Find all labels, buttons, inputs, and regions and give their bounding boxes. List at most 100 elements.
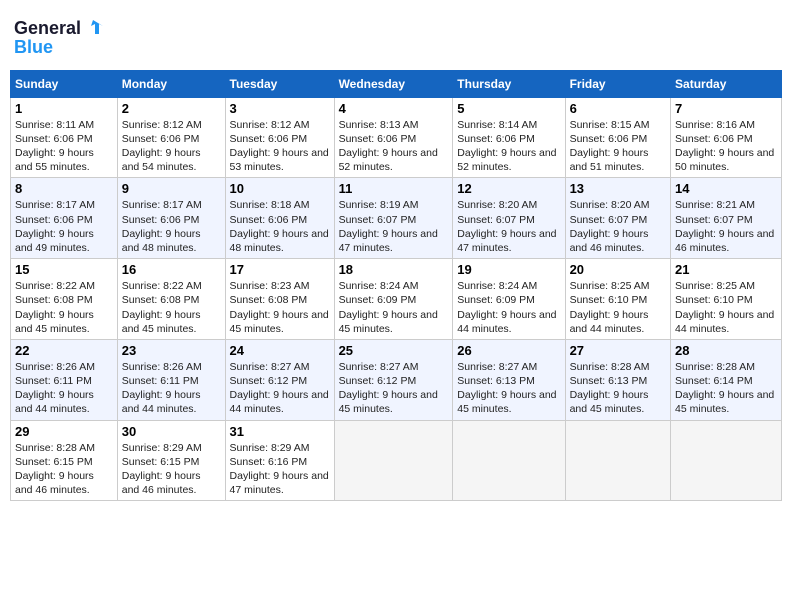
calendar-cell	[453, 420, 565, 501]
day-number: 2	[122, 101, 221, 116]
day-number: 6	[570, 101, 666, 116]
day-info: Sunrise: 8:29 AMSunset: 6:15 PMDaylight:…	[122, 441, 221, 498]
day-info: Sunrise: 8:20 AMSunset: 6:07 PMDaylight:…	[457, 198, 560, 255]
logo: General Blue	[14, 18, 105, 58]
calendar-cell: 5 Sunrise: 8:14 AMSunset: 6:06 PMDaylight…	[453, 97, 565, 178]
calendar-cell: 20 Sunrise: 8:25 AMSunset: 6:10 PMDayligh…	[565, 259, 670, 340]
day-number: 21	[675, 262, 777, 277]
logo-container: General Blue	[14, 18, 105, 58]
calendar-cell: 30 Sunrise: 8:29 AMSunset: 6:15 PMDayligh…	[117, 420, 225, 501]
calendar-cell: 8Sunrise: 8:17 AMSunset: 6:06 PMDaylight…	[11, 178, 118, 259]
calendar-header-row: SundayMondayTuesdayWednesdayThursdayFrid…	[11, 70, 782, 97]
day-info: Sunrise: 8:24 AMSunset: 6:09 PMDaylight:…	[457, 279, 560, 336]
day-info: Sunrise: 8:27 AMSunset: 6:13 PMDaylight:…	[457, 360, 560, 417]
calendar-table: SundayMondayTuesdayWednesdayThursdayFrid…	[10, 70, 782, 501]
day-info: Sunrise: 8:22 AMSunset: 6:08 PMDaylight:…	[15, 279, 113, 336]
day-number: 5	[457, 101, 560, 116]
calendar-cell: 19 Sunrise: 8:24 AMSunset: 6:09 PMDayligh…	[453, 259, 565, 340]
day-number: 19	[457, 262, 560, 277]
calendar-cell: 27 Sunrise: 8:28 AMSunset: 6:13 PMDayligh…	[565, 339, 670, 420]
day-number: 12	[457, 181, 560, 196]
calendar-week-row: 22 Sunrise: 8:26 AMSunset: 6:11 PMDayligh…	[11, 339, 782, 420]
day-number: 3	[230, 101, 330, 116]
calendar-cell	[671, 420, 782, 501]
day-info: Sunrise: 8:26 AMSunset: 6:11 PMDaylight:…	[122, 360, 221, 417]
day-number: 16	[122, 262, 221, 277]
calendar-cell	[565, 420, 670, 501]
day-info: Sunrise: 8:11 AMSunset: 6:06 PMDaylight:…	[15, 118, 113, 175]
calendar-cell: 25 Sunrise: 8:27 AMSunset: 6:12 PMDayligh…	[334, 339, 453, 420]
logo-blue: Blue	[14, 38, 105, 58]
logo-general: General	[14, 19, 81, 39]
day-info: Sunrise: 8:23 AMSunset: 6:08 PMDaylight:…	[230, 279, 330, 336]
day-number: 1	[15, 101, 113, 116]
day-number: 20	[570, 262, 666, 277]
day-info: Sunrise: 8:14 AMSunset: 6:06 PMDaylight:…	[457, 118, 560, 175]
day-number: 17	[230, 262, 330, 277]
calendar-cell: 21 Sunrise: 8:25 AMSunset: 6:10 PMDayligh…	[671, 259, 782, 340]
calendar-cell: 31 Sunrise: 8:29 AMSunset: 6:16 PMDayligh…	[225, 420, 334, 501]
weekday-header: Monday	[117, 70, 225, 97]
calendar-cell: 12 Sunrise: 8:20 AMSunset: 6:07 PMDayligh…	[453, 178, 565, 259]
day-info: Sunrise: 8:28 AMSunset: 6:14 PMDaylight:…	[675, 360, 777, 417]
calendar-cell: 17 Sunrise: 8:23 AMSunset: 6:08 PMDayligh…	[225, 259, 334, 340]
calendar-cell: 10 Sunrise: 8:18 AMSunset: 6:06 PMDayligh…	[225, 178, 334, 259]
calendar-week-row: 15Sunrise: 8:22 AMSunset: 6:08 PMDayligh…	[11, 259, 782, 340]
day-number: 22	[15, 343, 113, 358]
calendar-cell: 9 Sunrise: 8:17 AMSunset: 6:06 PMDaylight…	[117, 178, 225, 259]
calendar-cell: 1 Sunrise: 8:11 AMSunset: 6:06 PMDaylight…	[11, 97, 118, 178]
day-info: Sunrise: 8:20 AMSunset: 6:07 PMDaylight:…	[570, 198, 666, 255]
day-info: Sunrise: 8:18 AMSunset: 6:06 PMDaylight:…	[230, 198, 330, 255]
calendar-cell: 6Sunrise: 8:15 AMSunset: 6:06 PMDaylight…	[565, 97, 670, 178]
calendar-cell: 7 Sunrise: 8:16 AMSunset: 6:06 PMDaylight…	[671, 97, 782, 178]
day-number: 30	[122, 424, 221, 439]
day-info: Sunrise: 8:26 AMSunset: 6:11 PMDaylight:…	[15, 360, 113, 417]
calendar-cell: 23 Sunrise: 8:26 AMSunset: 6:11 PMDayligh…	[117, 339, 225, 420]
day-number: 18	[339, 262, 449, 277]
day-info: Sunrise: 8:29 AMSunset: 6:16 PMDaylight:…	[230, 441, 330, 498]
day-info: Sunrise: 8:27 AMSunset: 6:12 PMDaylight:…	[339, 360, 449, 417]
page-header: General Blue	[10, 10, 782, 62]
day-number: 23	[122, 343, 221, 358]
day-number: 25	[339, 343, 449, 358]
calendar-cell: 24Sunrise: 8:27 AMSunset: 6:12 PMDayligh…	[225, 339, 334, 420]
day-info: Sunrise: 8:12 AMSunset: 6:06 PMDaylight:…	[122, 118, 221, 175]
calendar-cell: 11Sunrise: 8:19 AMSunset: 6:07 PMDayligh…	[334, 178, 453, 259]
calendar-cell: 2 Sunrise: 8:12 AMSunset: 6:06 PMDaylight…	[117, 97, 225, 178]
calendar-week-row: 8 Sunrise: 8:17 AMSunset: 6:06 PMDaylight…	[11, 178, 782, 259]
day-info: Sunrise: 8:27 AMSunset: 6:12 PMDaylight:…	[230, 360, 330, 417]
weekday-header: Wednesday	[334, 70, 453, 97]
day-number: 31	[230, 424, 330, 439]
day-number: 14	[675, 181, 777, 196]
calendar-cell: 26 Sunrise: 8:27 AMSunset: 6:13 PMDayligh…	[453, 339, 565, 420]
weekday-header: Thursday	[453, 70, 565, 97]
day-number: 4	[339, 101, 449, 116]
day-number: 29	[15, 424, 113, 439]
day-info: Sunrise: 8:28 AMSunset: 6:15 PMDaylight:…	[15, 441, 113, 498]
day-info: Sunrise: 8:25 AMSunset: 6:10 PMDaylight:…	[570, 279, 666, 336]
day-number: 7	[675, 101, 777, 116]
day-number: 9	[122, 181, 221, 196]
calendar-cell	[334, 420, 453, 501]
day-number: 26	[457, 343, 560, 358]
weekday-header: Sunday	[11, 70, 118, 97]
weekday-header: Friday	[565, 70, 670, 97]
day-info: Sunrise: 8:25 AMSunset: 6:10 PMDaylight:…	[675, 279, 777, 336]
calendar-week-row: 1 Sunrise: 8:11 AMSunset: 6:06 PMDaylight…	[11, 97, 782, 178]
calendar-cell: 18 Sunrise: 8:24 AMSunset: 6:09 PMDayligh…	[334, 259, 453, 340]
calendar-cell: 28Sunrise: 8:28 AMSunset: 6:14 PMDayligh…	[671, 339, 782, 420]
day-info: Sunrise: 8:16 AMSunset: 6:06 PMDaylight:…	[675, 118, 777, 175]
day-info: Sunrise: 8:28 AMSunset: 6:13 PMDaylight:…	[570, 360, 666, 417]
day-info: Sunrise: 8:24 AMSunset: 6:09 PMDaylight:…	[339, 279, 449, 336]
day-number: 27	[570, 343, 666, 358]
calendar-cell: 15Sunrise: 8:22 AMSunset: 6:08 PMDayligh…	[11, 259, 118, 340]
day-info: Sunrise: 8:13 AMSunset: 6:06 PMDaylight:…	[339, 118, 449, 175]
day-info: Sunrise: 8:17 AMSunset: 6:06 PMDaylight:…	[122, 198, 221, 255]
calendar-cell: 16 Sunrise: 8:22 AMSunset: 6:08 PMDayligh…	[117, 259, 225, 340]
day-info: Sunrise: 8:22 AMSunset: 6:08 PMDaylight:…	[122, 279, 221, 336]
day-number: 8	[15, 181, 113, 196]
calendar-cell: 3Sunrise: 8:12 AMSunset: 6:06 PMDaylight…	[225, 97, 334, 178]
day-number: 10	[230, 181, 330, 196]
calendar-cell: 29 Sunrise: 8:28 AMSunset: 6:15 PMDayligh…	[11, 420, 118, 501]
calendar-week-row: 29 Sunrise: 8:28 AMSunset: 6:15 PMDayligh…	[11, 420, 782, 501]
